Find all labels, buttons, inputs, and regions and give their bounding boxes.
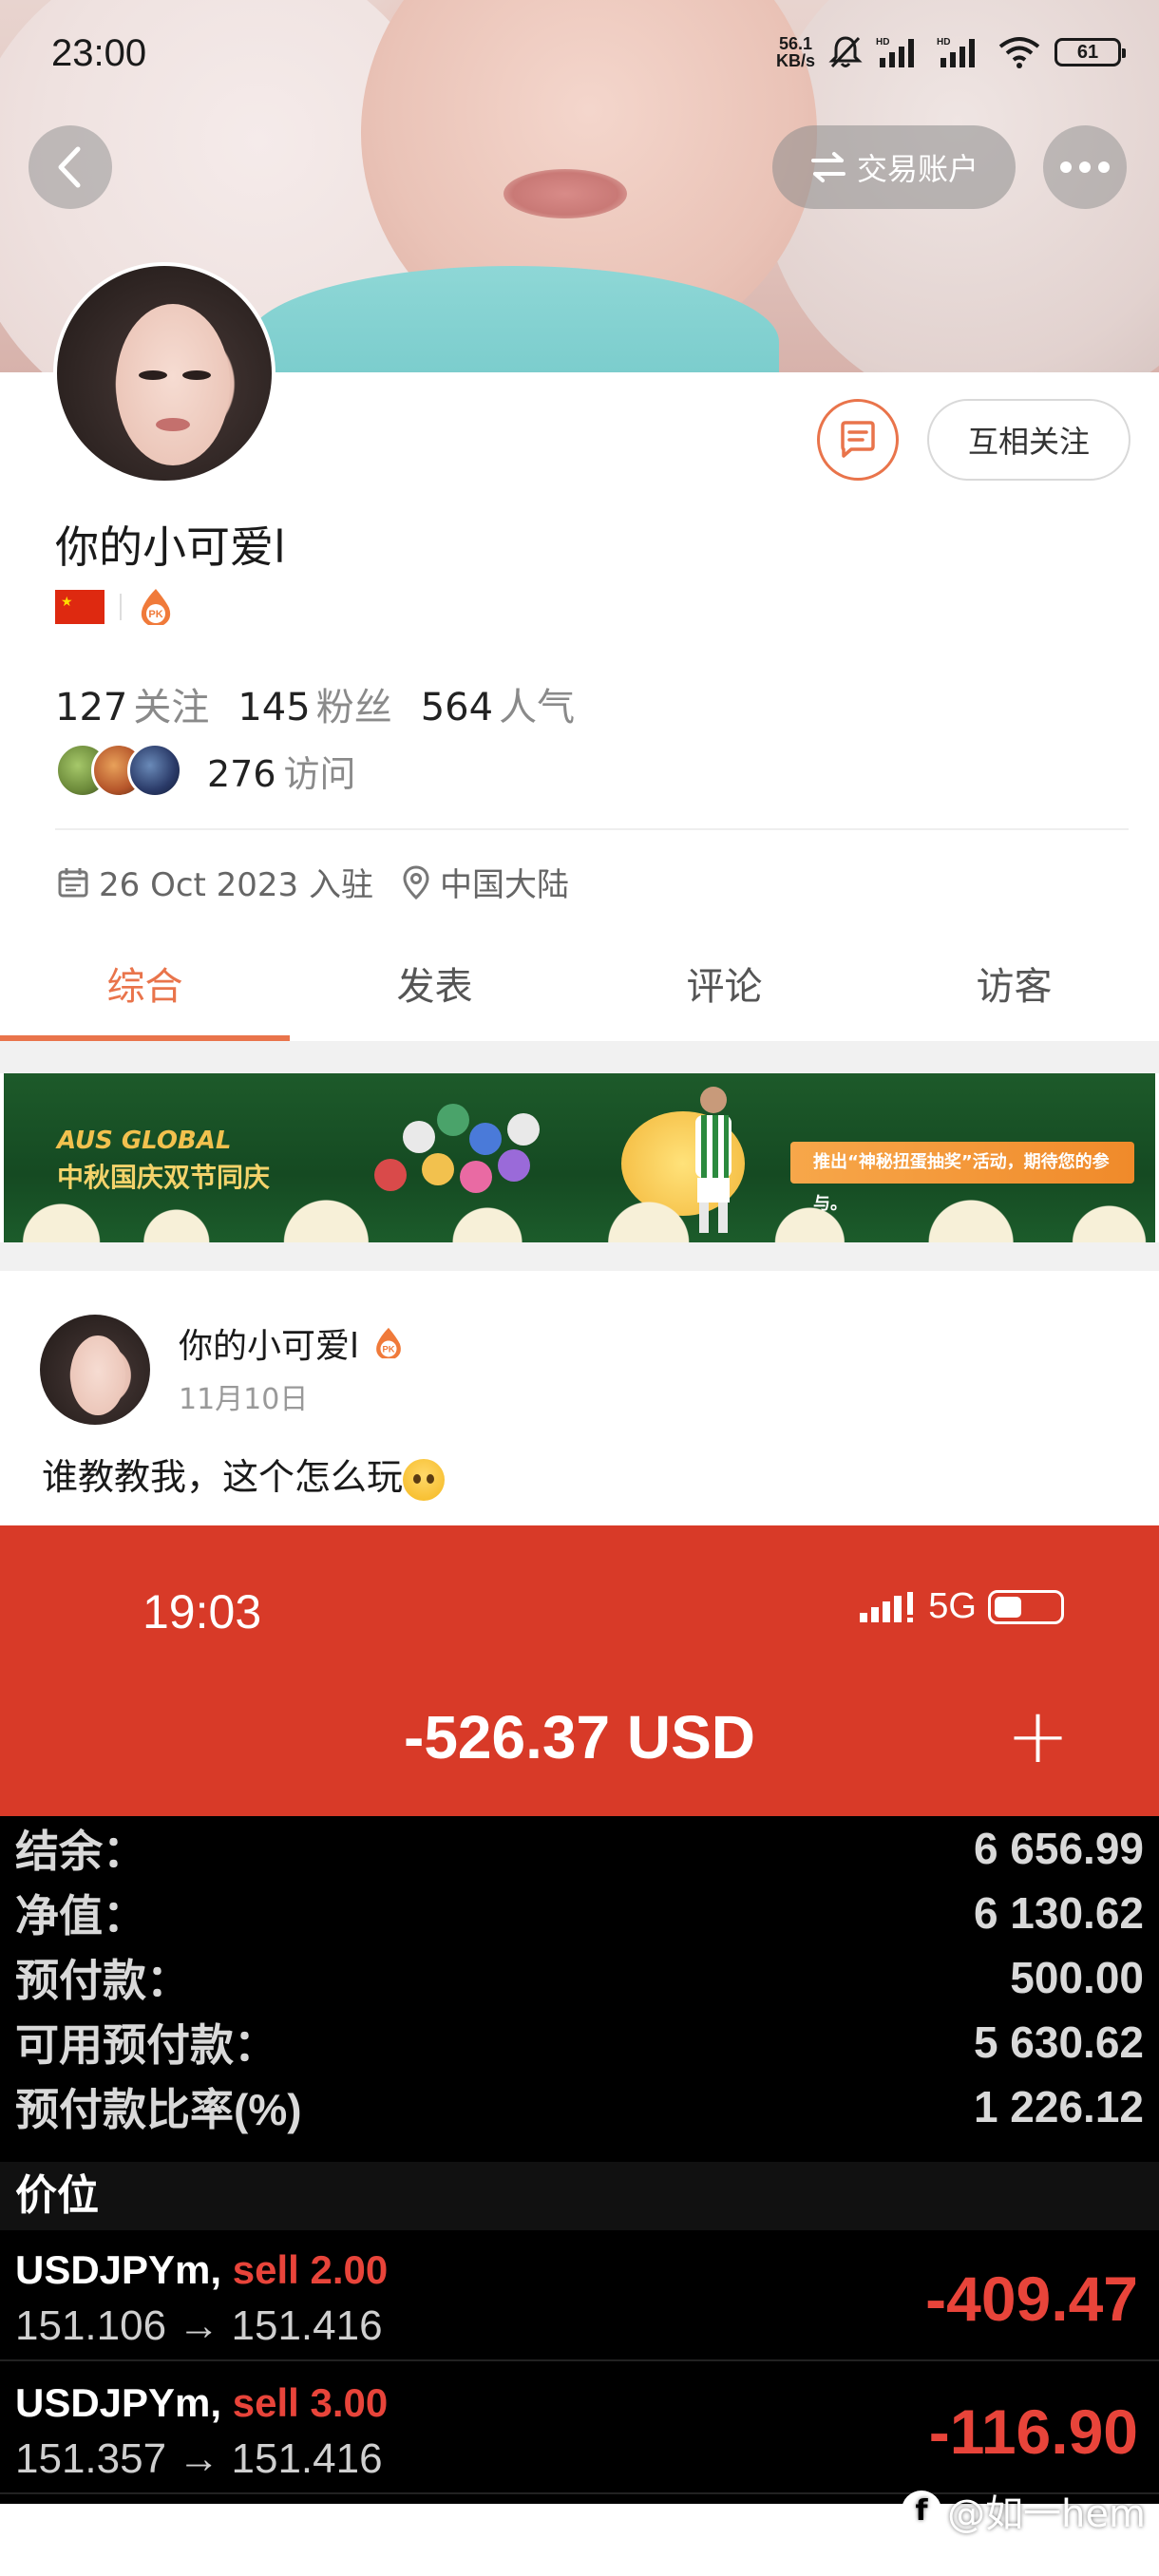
signal-hd-icon: HD — [937, 37, 975, 67]
signal-icon — [860, 1591, 914, 1622]
post-author-row[interactable]: 你的小可爱l PK — [179, 1318, 405, 1368]
capsule-balls-image — [365, 1102, 555, 1206]
tab-visitors[interactable]: 访客 — [869, 950, 1159, 1041]
divider — [120, 594, 122, 620]
home-indicator[interactable] — [370, 2548, 788, 2559]
visits-label: 访问 — [283, 752, 356, 795]
wifi-icon — [998, 37, 1040, 68]
chevron-left-icon — [58, 146, 81, 188]
banner-brand: AUS GLOBAL — [57, 1127, 232, 1155]
account-row-margin-level: 预付款比率(%) 1 226.12 — [15, 2082, 1144, 2134]
svg-text:PK: PK — [383, 1344, 395, 1354]
mutual-follow-button[interactable]: 互相关注 — [927, 399, 1130, 481]
post-author-name: 你的小可爱l — [179, 1327, 360, 1366]
pleading-face-emoji-icon — [403, 1458, 446, 1501]
china-flag-icon: ★ — [55, 590, 104, 624]
svg-text:PK: PK — [148, 609, 162, 620]
dot-icon — [1098, 161, 1110, 173]
visitor-avatar — [127, 743, 182, 798]
position-row: USDJPYm, sell 2.00 151.106 → 151.416 -40… — [0, 2230, 1159, 2361]
profile-badges: ★ PK — [55, 587, 175, 627]
price-section-header: 价位 — [0, 2162, 1159, 2230]
visits-count: 276 — [207, 752, 276, 795]
message-button[interactable] — [817, 399, 899, 481]
more-options-button[interactable] — [1043, 125, 1127, 209]
trade-account-label: 交易账户 — [856, 151, 978, 187]
shot-battery-icon — [988, 1589, 1064, 1624]
profile-meta: 26 Oct 2023 入驻 中国大陆 — [57, 859, 569, 905]
svg-text:HD: HD — [937, 37, 950, 47]
trade-header: 19:03 5G -526.37 USD + — [0, 1525, 1159, 1816]
stat-followers[interactable]: 145 粉丝 — [238, 676, 391, 731]
account-row-free-margin: 可用预付款： 5 630.62 — [15, 2017, 1144, 2070]
net-speed: 56.1 KB/s — [775, 34, 815, 70]
post-image[interactable]: 19:03 5G -526.37 USD + 结余： 6 656.99 净值： 6 … — [0, 1525, 1159, 2504]
svg-text:HD: HD — [876, 37, 889, 47]
position-profit-loss: -116.90 — [928, 2396, 1138, 2467]
stat-popularity: 564 人气 — [420, 686, 576, 729]
location-pin-icon — [403, 864, 429, 900]
chat-icon — [841, 421, 875, 458]
switch-arrows-icon — [810, 152, 846, 182]
banner-tagline: 推出“神秘扭蛋抽奖”活动，期待您的参与。 — [790, 1142, 1134, 1214]
joined-date: 26 Oct 2023 入驻 — [99, 866, 373, 904]
signal-hd-icon: HD — [876, 37, 914, 67]
divider — [55, 828, 1129, 830]
profile-tabs: 综合 发表 评论 访客 — [0, 950, 1159, 1041]
status-time: 23:00 — [51, 32, 147, 74]
account-row-equity: 净值： 6 130.62 — [15, 1888, 1144, 1941]
battery-icon: 61 — [1054, 38, 1126, 66]
dot-icon — [1060, 161, 1072, 173]
trade-account-button[interactable]: 交易账户 — [772, 125, 1016, 209]
back-button[interactable] — [28, 125, 112, 209]
shot-status-icons: 5G — [858, 1586, 1064, 1627]
total-profit-loss: -526.37 USD — [404, 1703, 755, 1771]
promo-banner[interactable]: AUS GLOBAL 中秋国庆双节同庆 推出“神秘扭蛋抽奖”活动，期待您的参与。 — [4, 1073, 1155, 1242]
post-author-avatar[interactable] — [40, 1315, 150, 1425]
calendar-icon — [58, 867, 88, 897]
post-date: 11月10日 — [179, 1383, 309, 1416]
weibo-logo-icon: f — [902, 2491, 942, 2530]
profile-stats: 127 关注 145 粉丝 564 人气 — [55, 676, 575, 731]
stat-following[interactable]: 127 关注 — [55, 676, 209, 731]
mute-bell-icon — [828, 36, 863, 68]
dot-icon — [1079, 161, 1091, 173]
tab-comments[interactable]: 评论 — [580, 950, 869, 1041]
visitors-row[interactable]: 276 访问 — [55, 743, 356, 798]
watermark: f @如一hem — [902, 2483, 1146, 2538]
banner-title: 中秋国庆双节同庆 — [57, 1162, 271, 1193]
account-summary: 结余： 6 656.99 净值： 6 130.62 预付款： 500.00 可用预付款… — [0, 1816, 1159, 2139]
position-profit-loss: -409.47 — [925, 2263, 1138, 2334]
shot-status-time: 19:03 — [142, 1585, 262, 1638]
profile-avatar[interactable] — [53, 262, 276, 484]
shot-network: 5G — [928, 1586, 977, 1626]
plus-icon: + — [1005, 1692, 1070, 1780]
account-row-balance: 结余： 6 656.99 — [15, 1824, 1144, 1876]
tab-posts[interactable]: 发表 — [290, 950, 580, 1041]
profile-username: 你的小可爱l — [55, 521, 286, 573]
pk-flame-icon: PK — [376, 1327, 401, 1359]
tab-overview[interactable]: 综合 — [0, 950, 290, 1041]
pk-flame-icon: PK — [141, 589, 171, 625]
post-text[interactable]: 谁教教我，这个怎么玩 — [42, 1448, 446, 1501]
account-row-margin: 预付款： 500.00 — [15, 1953, 1144, 2005]
status-bar: 23:00 56.1 KB/s HD HD 61 — [0, 0, 1159, 114]
position-row: USDJPYm, sell 3.00 151.357 → 151.416 -11… — [0, 2363, 1159, 2494]
location: 中国大陆 — [440, 866, 569, 904]
